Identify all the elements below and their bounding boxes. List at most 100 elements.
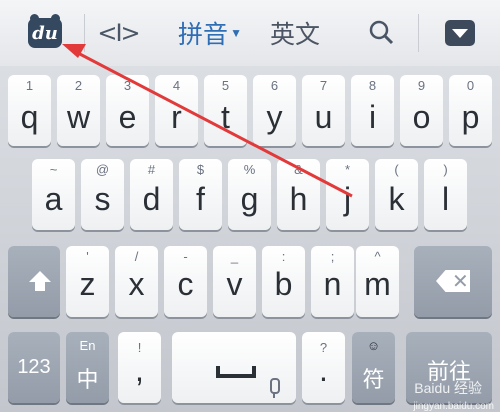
key-c[interactable]: -c: [164, 246, 207, 317]
key-s[interactable]: @ s: [81, 159, 124, 230]
watermark-url: jingyan.baidu.com: [413, 401, 494, 412]
key-letter: y: [266, 99, 283, 135]
cursor-icon: <I>: [97, 19, 140, 47]
period-key[interactable]: ?.: [302, 332, 345, 403]
key-symbol: 1: [25, 78, 34, 93]
watermark-brand: Baidu 经验: [414, 380, 482, 396]
key-symbol: 7: [319, 78, 328, 93]
key-letter: e: [118, 99, 137, 135]
key-symbol: ;: [330, 249, 335, 264]
key-symbol: 6: [270, 78, 279, 93]
key-b[interactable]: :b: [262, 246, 305, 317]
key-letter: f: [196, 181, 205, 217]
key-symbol: *: [344, 162, 351, 177]
key-i[interactable]: 8i: [351, 75, 394, 146]
comma-key[interactable]: !,: [118, 332, 161, 403]
key-letter: u: [314, 99, 333, 135]
key-symbol: /: [134, 249, 139, 264]
key-letter: l: [441, 181, 450, 217]
symbols-key[interactable]: ☺ 符: [352, 332, 395, 403]
logo-text: du: [32, 22, 58, 44]
key-symbol: @: [95, 162, 110, 177]
key-letter: k: [388, 181, 405, 217]
key-symbol: $: [196, 162, 205, 177]
baidu-logo-button[interactable]: du: [20, 0, 70, 66]
key-symbol: ^: [374, 249, 381, 264]
key-symbol: ': [86, 249, 89, 264]
key-symbol: 0: [466, 78, 475, 93]
key-symbol: (: [394, 162, 399, 177]
key-symbol: &: [294, 162, 303, 177]
key-w[interactable]: 2w: [57, 75, 100, 146]
key-g[interactable]: % g: [228, 159, 271, 230]
language-switch-key[interactable]: En 中: [66, 332, 109, 403]
shift-key[interactable]: [8, 246, 60, 317]
hide-keyboard-button[interactable]: [440, 0, 480, 66]
delete-x-icon: ✕: [452, 271, 469, 293]
key-o[interactable]: 9o: [400, 75, 443, 146]
key-u[interactable]: 7u: [302, 75, 345, 146]
symbols-key-label: 符: [362, 367, 385, 392]
pinyin-label: 拼音: [178, 21, 229, 49]
key-n[interactable]: ; n: [311, 246, 354, 317]
key-letter: r: [171, 99, 182, 135]
backspace-key[interactable]: ✕: [414, 246, 492, 317]
key-letter: v: [226, 266, 243, 302]
key-letter: n: [323, 266, 342, 302]
language-zh-label: 中: [76, 367, 99, 392]
key-j[interactable]: * j: [326, 159, 369, 230]
key-e[interactable]: 3e: [106, 75, 149, 146]
key-d[interactable]: # d: [130, 159, 173, 230]
key-symbol: _: [230, 249, 239, 264]
numbers-key[interactable]: 123: [8, 332, 60, 403]
key-letter: a: [44, 181, 63, 217]
shift-arrow-icon: [29, 271, 51, 282]
key-symbol: #: [147, 162, 156, 177]
key-letter: p: [461, 99, 480, 135]
key-letter: h: [289, 181, 308, 217]
pinyin-mode-tab[interactable]: 拼音 ▼: [172, 0, 248, 66]
key-letter: i: [368, 99, 377, 135]
space-key[interactable]: [172, 332, 296, 403]
key-symbol: 4: [172, 78, 181, 93]
key-r[interactable]: 4r: [155, 75, 198, 146]
key-x[interactable]: / x: [115, 246, 158, 317]
key-letter: q: [20, 99, 39, 135]
key-h[interactable]: & h: [277, 159, 320, 230]
keyboard: 1q 2w 3e 4r 5t 6y 7u 8i 9o 0p ~ a @ s # d $…: [0, 66, 500, 412]
key-letter: m: [364, 266, 391, 302]
key-letter: b: [274, 266, 293, 302]
key-letter: o: [412, 99, 431, 135]
key-symbol: 2: [74, 78, 83, 93]
microphone-stand: [273, 392, 275, 398]
key-m[interactable]: ^ m: [356, 246, 399, 317]
key-symbol: 3: [123, 78, 132, 93]
english-mode-tab[interactable]: 英文: [262, 0, 328, 66]
key-a[interactable]: ~ a: [32, 159, 75, 230]
search-button[interactable]: [362, 0, 402, 66]
key-k[interactable]: (k: [375, 159, 418, 230]
key-z[interactable]: ' z: [66, 246, 109, 317]
key-y[interactable]: 6y: [253, 75, 296, 146]
baidu-bear-icon: du: [28, 14, 62, 48]
key-symbol: 8: [368, 78, 377, 93]
key-letter: w: [66, 99, 91, 135]
collapse-icon: [445, 20, 475, 46]
key-q[interactable]: 1q: [8, 75, 51, 146]
key-symbol: ): [443, 162, 448, 177]
key-letter: ,: [135, 352, 144, 388]
english-label: 英文: [269, 21, 320, 49]
key-letter: g: [240, 181, 259, 217]
ime-toolbar: du <I> 拼音 ▼ 英文: [0, 0, 500, 67]
key-t[interactable]: 5t: [204, 75, 247, 146]
key-v[interactable]: _ v: [213, 246, 256, 317]
key-symbol: ~: [49, 162, 58, 177]
key-symbol: :: [281, 249, 286, 264]
language-en-label: En: [79, 338, 96, 353]
key-l[interactable]: ) l: [424, 159, 467, 230]
key-f[interactable]: $ f: [179, 159, 222, 230]
key-symbol: 9: [417, 78, 426, 93]
key-letter: t: [221, 99, 230, 135]
key-p[interactable]: 0p: [449, 75, 492, 146]
cursor-move-button[interactable]: <I>: [96, 0, 140, 66]
